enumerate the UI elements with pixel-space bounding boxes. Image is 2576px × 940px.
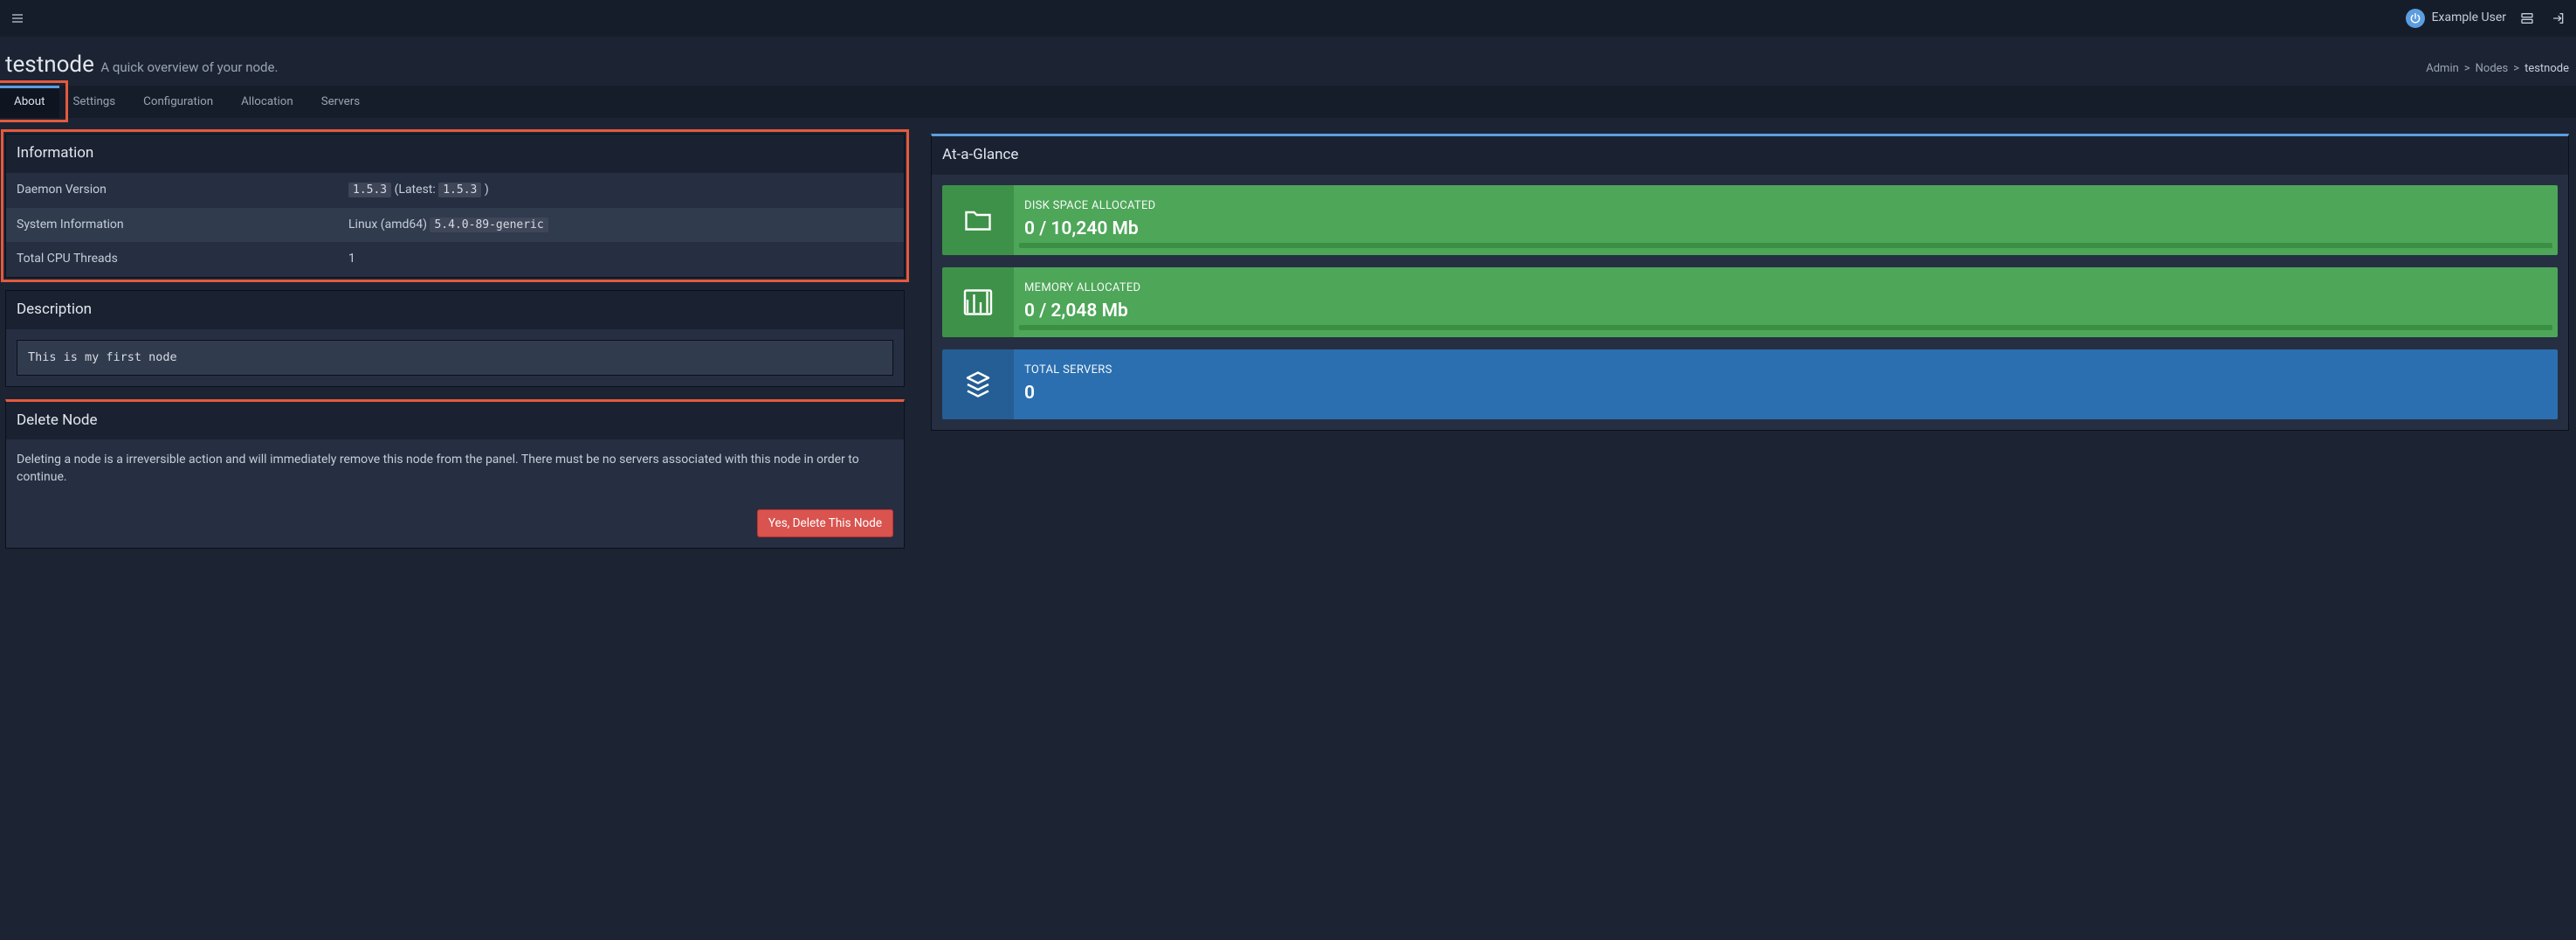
description-value: This is my first node bbox=[17, 340, 893, 376]
glance-memory-progress bbox=[1019, 325, 2552, 330]
system-info-label: System Information bbox=[6, 208, 338, 243]
logout-icon bbox=[2552, 11, 2566, 25]
breadcrumb: Admin > Nodes > testnode bbox=[2426, 61, 2569, 80]
system-info-value: Linux (amd64) 5.4.0-89-generic bbox=[338, 208, 904, 243]
tab-settings[interactable]: Settings bbox=[59, 86, 130, 118]
glance-disk: DISK SPACE ALLOCATED 0 / 10,240 Mb bbox=[942, 185, 2558, 255]
glance-servers-label: TOTAL SERVERS bbox=[1024, 363, 2547, 378]
glance-memory-value: 0 / 2,048 Mb bbox=[1024, 299, 2547, 324]
logout-button[interactable] bbox=[2548, 8, 2569, 29]
cpu-threads-value: 1 bbox=[338, 242, 904, 277]
delete-node-box: Delete Node Deleting a node is a irrever… bbox=[5, 399, 905, 549]
chevron-right-icon: > bbox=[2464, 61, 2470, 77]
tab-allocation[interactable]: Allocation bbox=[227, 86, 307, 118]
glance-disk-value: 0 / 10,240 Mb bbox=[1024, 217, 2547, 242]
glance-title: At-a-Glance bbox=[932, 136, 2568, 175]
server-icon bbox=[2520, 11, 2534, 25]
glance-servers: TOTAL SERVERS 0 bbox=[942, 349, 2558, 419]
system-kernel-code: 5.4.0-89-generic bbox=[430, 218, 548, 232]
glance-servers-value: 0 bbox=[1024, 381, 2547, 406]
description-box: Description This is my first node bbox=[5, 290, 905, 387]
tab-configuration[interactable]: Configuration bbox=[129, 86, 227, 118]
bar-chart-icon bbox=[942, 267, 1014, 337]
breadcrumb-admin[interactable]: Admin bbox=[2426, 61, 2459, 77]
information-title: Information bbox=[6, 135, 904, 173]
page-title: testnode bbox=[5, 52, 94, 78]
chevron-right-icon: > bbox=[2513, 61, 2519, 77]
page-subtitle: A quick overview of your node. bbox=[100, 59, 278, 75]
table-row: System Information Linux (amd64) 5.4.0-8… bbox=[6, 208, 904, 243]
daemon-version-value: 1.5.3 (Latest: 1.5.3 ) bbox=[338, 173, 904, 208]
user-name: Example User bbox=[2432, 10, 2506, 27]
daemon-version-code: 1.5.3 bbox=[348, 183, 391, 197]
delete-node-warning: Deleting a node is a irreversible action… bbox=[6, 439, 904, 498]
folder-icon bbox=[942, 185, 1014, 255]
stack-icon bbox=[942, 349, 1014, 419]
server-list-button[interactable] bbox=[2517, 8, 2538, 29]
daemon-latest-code: 1.5.3 bbox=[438, 183, 481, 197]
table-row: Daemon Version 1.5.3 (Latest: 1.5.3 ) bbox=[6, 173, 904, 208]
description-title: Description bbox=[6, 291, 904, 329]
power-icon bbox=[2406, 9, 2425, 28]
information-table: Daemon Version 1.5.3 (Latest: 1.5.3 ) Sy… bbox=[6, 173, 904, 277]
breadcrumb-current: testnode bbox=[2524, 61, 2569, 77]
glance-memory: MEMORY ALLOCATED 0 / 2,048 Mb bbox=[942, 267, 2558, 337]
glance-disk-progress bbox=[1019, 243, 2552, 248]
information-box: Information Daemon Version 1.5.3 (Latest… bbox=[5, 134, 905, 278]
hamburger-menu-button[interactable] bbox=[7, 8, 28, 29]
breadcrumb-nodes[interactable]: Nodes bbox=[2476, 61, 2509, 77]
tab-servers[interactable]: Servers bbox=[307, 86, 374, 118]
glance-memory-label: MEMORY ALLOCATED bbox=[1024, 280, 2547, 296]
glance-box: At-a-Glance DISK SPACE ALLOCATED 0 / 10,… bbox=[931, 134, 2569, 431]
tab-about[interactable]: About bbox=[0, 86, 59, 118]
content: Information Daemon Version 1.5.3 (Latest… bbox=[0, 118, 2576, 567]
menu-icon bbox=[10, 11, 24, 25]
page-header: testnode A quick overview of your node. … bbox=[0, 37, 2576, 86]
user-menu[interactable]: Example User bbox=[2406, 9, 2506, 28]
delete-node-button[interactable]: Yes, Delete This Node bbox=[757, 509, 893, 537]
cpu-threads-label: Total CPU Threads bbox=[6, 242, 338, 277]
delete-node-title: Delete Node bbox=[6, 402, 904, 440]
table-row: Total CPU Threads 1 bbox=[6, 242, 904, 277]
glance-disk-label: DISK SPACE ALLOCATED bbox=[1024, 198, 2547, 214]
tabs: About Settings Configuration Allocation … bbox=[0, 86, 2576, 118]
daemon-version-label: Daemon Version bbox=[6, 173, 338, 208]
top-nav: Example User bbox=[0, 0, 2576, 37]
